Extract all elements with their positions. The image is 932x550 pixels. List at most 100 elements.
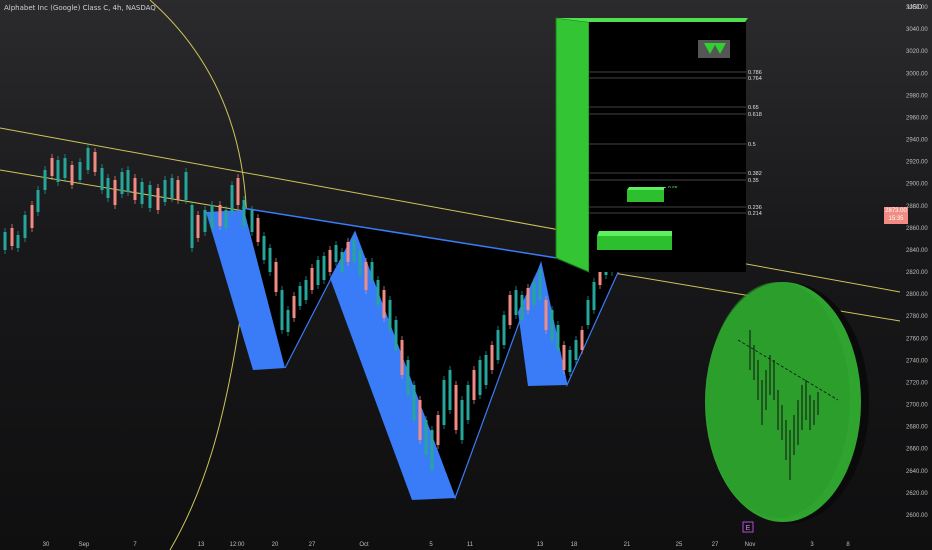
candle-body [520, 295, 524, 320]
candle-body [86, 148, 90, 170]
candle-body [184, 172, 188, 200]
price-axis-label: 2980.00 [906, 93, 928, 99]
candle-body [382, 290, 386, 318]
last-price-value: 2873.00 [885, 208, 907, 214]
candle-body [502, 315, 506, 345]
time-axis-label: 5 [429, 542, 433, 548]
time-axis-label: 27 [712, 542, 719, 548]
candle-body [106, 178, 110, 198]
candle-body [23, 215, 27, 238]
candle-body [544, 300, 548, 330]
fib-level-label: 0.65 [748, 105, 759, 111]
candle-body [334, 245, 338, 262]
candle-body [352, 240, 356, 262]
price-axis-label: 2860.00 [906, 226, 928, 232]
candle-body [442, 380, 446, 425]
candle-body [203, 210, 207, 232]
candle-body [388, 300, 392, 330]
candle-body [250, 210, 254, 232]
candle-body [406, 360, 410, 395]
candle-body [16, 235, 20, 248]
candle-body [394, 320, 398, 350]
price-axis-label: 3040.00 [906, 27, 928, 33]
price-axis-label: 2740.00 [906, 358, 928, 364]
time-axis-label: 13 [198, 542, 205, 548]
candle-body [274, 262, 278, 292]
fib-box-top [556, 18, 748, 22]
candle-body [400, 340, 404, 375]
candle-body [322, 256, 326, 280]
candle-body [50, 158, 54, 176]
candle-body [242, 200, 246, 226]
candle-body [514, 290, 518, 315]
price-axis-label: 2620.00 [906, 491, 928, 497]
candle-body [304, 280, 308, 300]
candle-body [454, 385, 458, 430]
price-axis-label: 2820.00 [906, 270, 928, 276]
candle-body [236, 178, 240, 205]
candle-body [328, 250, 332, 272]
candle-body [210, 205, 214, 228]
price-axis-label: 2880.00 [906, 204, 928, 210]
candle-body [316, 260, 320, 285]
fib-box-side [555, 17, 590, 273]
candle-body [43, 170, 47, 190]
candle-body [63, 158, 67, 178]
time-axis-label: 30 [43, 542, 50, 548]
time-axis-label: 12:00 [229, 542, 245, 548]
price-axis-label: 2900.00 [906, 182, 928, 188]
last-price-badge: 2873.00 15:35 [884, 207, 908, 224]
candle-body [93, 152, 97, 172]
candle-body [448, 370, 452, 410]
candle-body [230, 185, 234, 212]
candle-body [3, 232, 7, 250]
candle-body [550, 310, 554, 340]
candle-body [78, 162, 82, 180]
price-axis-label: 2780.00 [906, 314, 928, 320]
candle-body [120, 172, 124, 194]
price-axis-label: 3020.00 [906, 49, 928, 55]
candle-body [148, 185, 152, 208]
fib-mini-box-bottom [597, 230, 698, 250]
candle-body [574, 340, 578, 360]
candle-body [478, 360, 482, 395]
candle-body [218, 205, 222, 226]
candle-body [580, 330, 584, 350]
time-axis-label: 20 [272, 542, 279, 548]
fib-mini-box-top [627, 187, 686, 202]
candle-body [484, 355, 488, 385]
candle-body [268, 248, 272, 272]
candle-body [156, 188, 160, 210]
time-axis-label: Sep [79, 542, 90, 548]
candle-body [280, 290, 284, 330]
last-price-countdown: 15:35 [888, 216, 904, 222]
candle-body [100, 168, 104, 190]
fib-level-label: 0.618 [748, 112, 762, 118]
time-axis-label: 11 [467, 542, 474, 548]
candle-body [286, 310, 290, 332]
time-axis-label: 27 [309, 542, 316, 548]
candle-body [370, 262, 374, 280]
price-axis-label: 2940.00 [906, 138, 928, 144]
candle-body [170, 178, 174, 198]
price-axis-label: 2660.00 [906, 447, 928, 453]
chart-canvas[interactable]: 0.7860.7640.650.6180.50.3820.350.2360.21… [0, 0, 932, 550]
candle-body [196, 215, 200, 238]
fib-level-label: 0.5 [748, 142, 756, 148]
candle-body [176, 180, 180, 200]
candle-body [430, 430, 434, 470]
candle-body [562, 345, 566, 370]
candle-body [36, 190, 40, 212]
price-axis-label: 2960.00 [906, 115, 928, 121]
price-axis-label: 2600.00 [906, 513, 928, 519]
time-axis-label: 13 [537, 542, 544, 548]
candle-body [126, 170, 130, 192]
price-axis-label: 2760.00 [906, 336, 928, 342]
candle-body [376, 280, 380, 305]
time-axis-label: 7 [133, 542, 137, 548]
candle-body [424, 420, 428, 455]
time-axis-label: 21 [624, 542, 631, 548]
earnings-marker-label: E [746, 525, 751, 532]
candle-body [592, 282, 596, 310]
candle-body [163, 180, 167, 202]
